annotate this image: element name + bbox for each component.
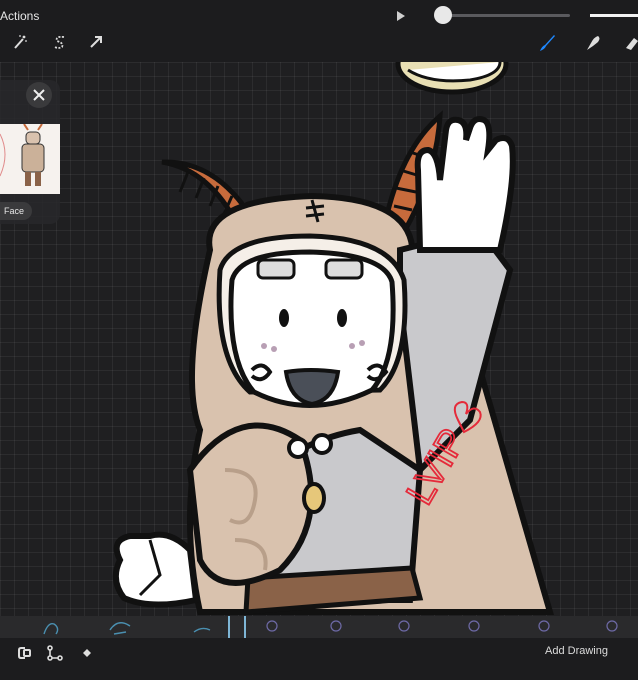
timeline-frame[interactable] [108,616,132,638]
magic-wand-icon[interactable] [10,32,30,52]
close-icon [33,89,45,101]
keyframe-icon[interactable] [78,644,96,662]
play-icon[interactable] [396,10,406,22]
fist [112,531,200,608]
reference-image [0,123,60,194]
artwork: LVIP [112,62,554,615]
timeline-current-frame[interactable] [228,616,246,638]
timeline-frame[interactable] [600,616,624,638]
timeline-frame[interactable] [462,616,486,638]
arrow-cursor-icon[interactable] [86,32,106,52]
timeline-frame[interactable] [40,616,64,638]
actions-menu[interactable]: Actions [0,9,39,23]
timeline-settings-icon[interactable] [46,644,64,662]
eraser-icon[interactable] [624,32,638,54]
timeline-frame[interactable] [324,616,348,638]
timeline-frame[interactable] [190,616,214,638]
playback-slider-thumb[interactable] [434,6,452,24]
playback-slider[interactable] [434,6,570,24]
brush-size-slider[interactable] [590,14,638,17]
selection-s-icon[interactable] [50,32,70,52]
drawing-canvas[interactable]: LVIP [0,62,638,622]
timeline-frame[interactable] [532,616,556,638]
onion-skin-icon[interactable] [16,644,34,662]
smudge-icon[interactable] [582,32,604,54]
add-drawing-button[interactable]: Add Drawing [545,645,608,657]
timeline-frame[interactable] [392,616,416,638]
timeline-frame[interactable] [260,616,284,638]
brush-icon[interactable] [536,32,558,54]
reference-tag[interactable]: Face [0,202,32,220]
falling-object [395,62,509,95]
top-toolbar: Actions [0,0,638,62]
close-reference-button[interactable] [26,82,52,108]
